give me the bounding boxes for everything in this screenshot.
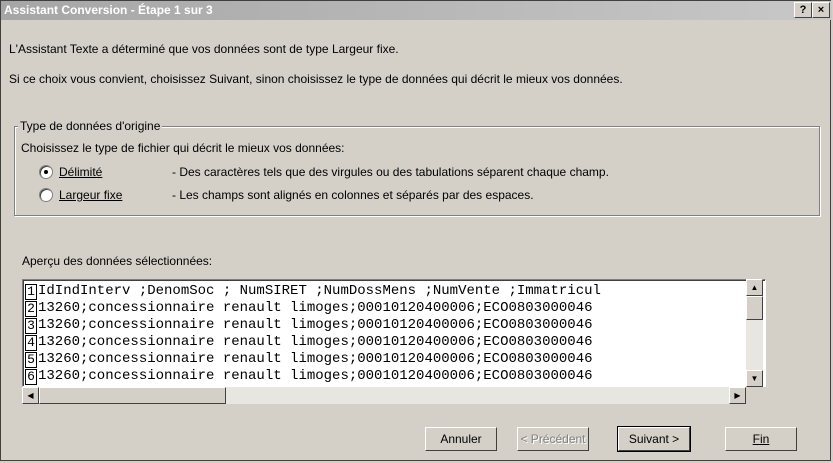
horizontal-scrollbar[interactable]: ◀ ▶ <box>22 387 746 404</box>
option-fixed-width-desc: - Les champs sont alignés en colonnes et… <box>172 188 534 202</box>
preview-label: Aperçu des données sélectionnées: <box>22 254 213 268</box>
preview-row: 1 IdIndInterv ;DenomSoc ; NumSIRET ;NumDo… <box>25 283 601 300</box>
row-text: 13260;concessionnaire renault limoges;00… <box>38 368 593 384</box>
scroll-right-button[interactable]: ▶ <box>729 387 746 404</box>
finish-label: Fin <box>752 432 770 446</box>
cancel-button[interactable]: Annuler <box>425 427 497 451</box>
preview-row: 5 13260;concessionnaire renault limoges;0… <box>25 351 593 368</box>
down-arrow-icon: ▼ <box>750 374 759 383</box>
option-delimited-desc: - Des caractères tels que des virgules o… <box>172 165 609 179</box>
right-arrow-icon: ▶ <box>734 391 741 400</box>
option-delimited-label[interactable]: Délimité <box>59 165 102 179</box>
row-number: 3 <box>25 318 37 334</box>
vertical-scrollbar[interactable]: ▲ ▼ <box>746 279 763 387</box>
previous-button[interactable]: < Précédent <box>517 427 589 451</box>
radio-fixed-width[interactable] <box>39 188 53 202</box>
up-arrow-icon: ▲ <box>750 283 759 292</box>
row-text: 13260;concessionnaire renault limoges;00… <box>38 351 593 367</box>
title-bar[interactable]: Assistant Conversion - Étape 1 sur 3 ? × <box>1 1 832 20</box>
help-button[interactable]: ? <box>794 2 812 18</box>
row-text: 13260;concessionnaire renault limoges;00… <box>38 317 593 333</box>
close-button[interactable]: × <box>812 2 830 18</box>
preview-row: 2 13260;concessionnaire renault limoges;0… <box>25 300 593 317</box>
data-preview[interactable]: 1 IdIndInterv ;DenomSoc ; NumSIRET ;NumDo… <box>22 279 766 387</box>
row-number: 4 <box>25 335 37 351</box>
row-number: 6 <box>25 369 37 385</box>
row-text: 13260;concessionnaire renault limoges;00… <box>38 334 593 350</box>
row-text: IdIndInterv ;DenomSoc ; NumSIRET ;NumDos… <box>38 283 601 299</box>
window-title: Assistant Conversion - Étape 1 sur 3 <box>4 3 213 17</box>
row-number: 1 <box>25 284 37 300</box>
option-fixed-width-label[interactable]: Largeur fixe <box>59 188 122 202</box>
scroll-down-button[interactable]: ▼ <box>746 370 763 387</box>
next-button[interactable]: Suivant > <box>617 426 691 452</box>
left-arrow-icon: ◀ <box>27 391 34 400</box>
preview-row: 4 13260;concessionnaire renault limoges;0… <box>25 334 593 351</box>
row-text: 13260;concessionnaire renault limoges;00… <box>38 300 593 316</box>
finish-button[interactable]: Fin <box>725 427 797 451</box>
radio-delimited[interactable] <box>39 165 53 179</box>
preview-row: 3 13260;concessionnaire renault limoges;0… <box>25 317 593 334</box>
row-number: 2 <box>25 301 37 317</box>
horizontal-scroll-thumb[interactable] <box>39 387 226 404</box>
group-prompt: Choisissez le type de fichier qui décrit… <box>21 141 345 155</box>
radio-selected-dot <box>44 170 48 174</box>
wizard-dialog: Assistant Conversion - Étape 1 sur 3 ? ×… <box>0 0 832 461</box>
vertical-scroll-thumb[interactable] <box>746 296 763 320</box>
scroll-up-button[interactable]: ▲ <box>746 279 763 296</box>
group-legend: Type de données d'origine <box>18 119 163 133</box>
intro-line-1: L'Assistant Texte a déterminé que vos do… <box>9 42 399 56</box>
scroll-left-button[interactable]: ◀ <box>22 387 39 404</box>
intro-line-2: Si ce choix vous convient, choisissez Su… <box>9 72 623 86</box>
row-number: 5 <box>25 352 37 368</box>
preview-row: 6 13260;concessionnaire renault limoges;0… <box>25 368 593 385</box>
